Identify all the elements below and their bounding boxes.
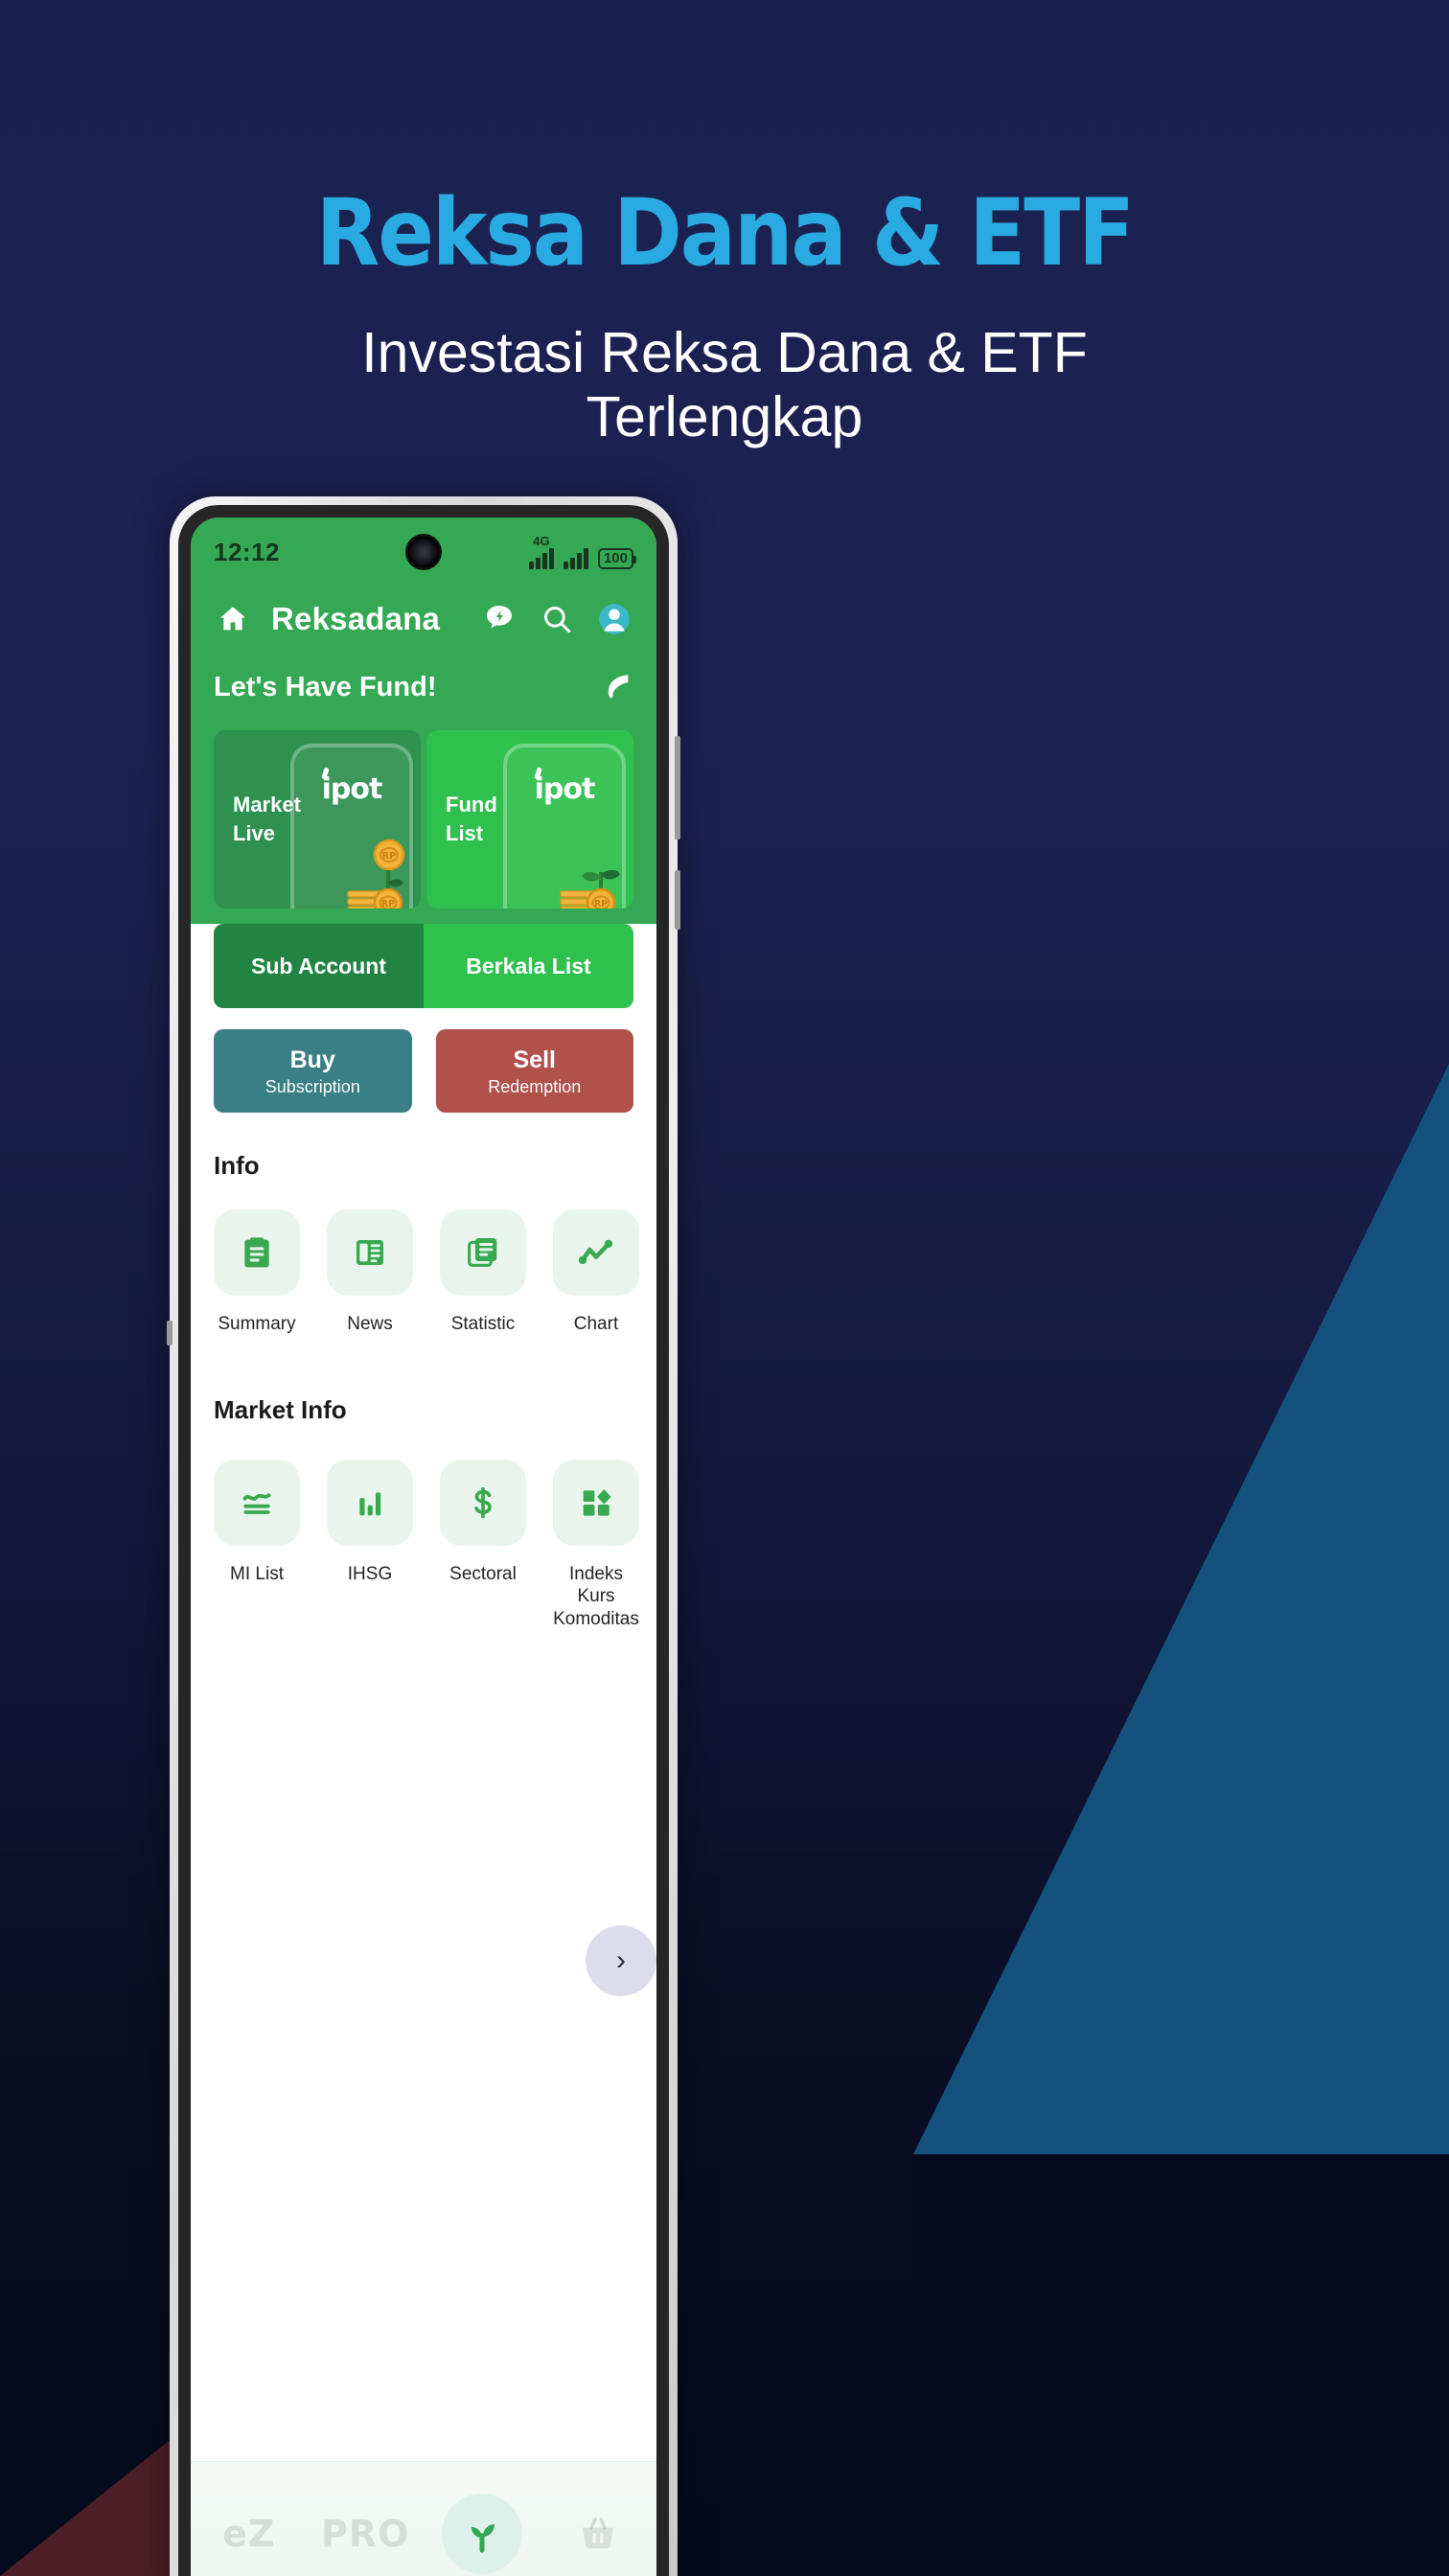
ipot-brand-label: ipot — [503, 772, 626, 806]
tab-sub-account[interactable]: Sub Account — [214, 924, 424, 1008]
content-sheet: Sub Account Berkala List Buy Subscriptio… — [191, 924, 656, 1996]
phone-left-button[interactable] — [167, 1321, 172, 1346]
leaf-icon — [601, 671, 633, 703]
phone-mockup: 12:12 4G 100 Reksadana Let's Have Fund! … — [167, 496, 680, 2576]
info-item-label: News — [347, 1313, 393, 1334]
info-item-statistic[interactable]: Statistic — [440, 1208, 526, 1336]
nav-item-ez[interactable]: eZ — [191, 2462, 308, 2576]
page-subtitle: Investasi Reksa Dana & ETF Terlengkap — [0, 321, 1449, 448]
market-info-section-title: Market Info — [214, 1394, 347, 1424]
page-subtitle-line-2: Terlengkap — [586, 384, 863, 448]
home-icon[interactable] — [214, 600, 252, 638]
promo-card-art: ipot RP — [503, 744, 626, 908]
coin-plant-icon: RP RP — [329, 824, 421, 908]
buy-button-sublabel: Subscription — [264, 1076, 360, 1096]
pro-icon: PRO — [321, 2512, 410, 2555]
sell-button[interactable]: Sell Redemption — [435, 1029, 633, 1113]
greeting-text: Let's Have Fund! — [214, 671, 437, 702]
network-type-label: 4G — [533, 534, 550, 548]
status-bar: 12:12 4G 100 — [191, 518, 656, 586]
promo-card-row: Market Live ipot RP RP Fund List ipot RP — [214, 730, 633, 908]
coin-plant-icon: RP — [541, 824, 633, 908]
market-item-sectoral[interactable]: Sectoral — [440, 1459, 526, 1631]
market-info-section-header: Market Info — [214, 1395, 633, 1425]
greeting-row: Let's Have Fund! — [214, 671, 633, 703]
segment-tab-row: Sub Account Berkala List — [214, 924, 633, 1008]
info-item-label: Summary — [218, 1313, 296, 1334]
chat-bubble-icon[interactable] — [480, 600, 518, 638]
ipot-brand-label: ipot — [290, 772, 413, 806]
market-item-label: Sectoral — [449, 1563, 517, 1584]
market-item-label: IHSG — [347, 1563, 393, 1584]
promo-card-fund-list[interactable]: Fund List ipot RP — [426, 730, 633, 908]
bar-chart-icon — [327, 1459, 413, 1546]
phone-screen: 12:12 4G 100 Reksadana Let's Have Fund! … — [191, 518, 656, 2576]
background-blue-diagonal — [912, 1064, 1449, 2156]
newspaper-icon — [327, 1208, 413, 1296]
profile-avatar-icon[interactable] — [595, 600, 633, 638]
status-bar-time: 12:12 — [214, 537, 280, 566]
page-subtitle-line-1: Investasi Reksa Dana & ETF — [361, 321, 1088, 384]
phone-volume-button[interactable] — [675, 870, 680, 930]
ez-icon: eZ — [222, 2512, 276, 2555]
network-indicator: 4G — [528, 534, 554, 569]
market-info-grid: MI List IHSG Sectoral Indeks Kurs Komodi… — [214, 1459, 639, 1631]
svg-text:RP: RP — [381, 851, 396, 862]
info-item-summary[interactable]: Summary — [214, 1208, 300, 1336]
market-item-label: MI List — [230, 1563, 284, 1584]
page-title: Reksa Dana & ETF — [315, 179, 1135, 287]
info-item-chart[interactable]: Chart — [553, 1208, 639, 1336]
sprout-icon — [441, 2493, 522, 2574]
status-bar-indicators: 4G 100 — [528, 534, 637, 569]
grid-squares-icon — [553, 1459, 639, 1546]
clipboard-icon — [214, 1208, 300, 1296]
info-grid: Summary News Statistic Chart — [214, 1208, 639, 1336]
nav-item-basket[interactable] — [540, 2462, 657, 2576]
info-section-title: Info — [214, 1150, 260, 1180]
buy-button[interactable]: Buy Subscription — [214, 1029, 412, 1113]
info-item-news[interactable]: News — [327, 1208, 413, 1336]
market-item-indeks-kurs-komoditas[interactable]: Indeks Kurs Komoditas — [553, 1459, 639, 1631]
trade-button-row: Buy Subscription Sell Redemption — [214, 1029, 633, 1113]
hero-banner: Let's Have Fund! Market Live ipot RP RP … — [191, 642, 656, 924]
info-section-header: Info — [214, 1151, 633, 1181]
market-item-ihsg[interactable]: IHSG — [327, 1459, 413, 1631]
promo-card-label: Market Live — [233, 793, 301, 845]
front-camera-icon — [407, 536, 440, 568]
line-chart-icon — [553, 1208, 639, 1296]
info-next-button[interactable]: › — [586, 1925, 656, 1996]
battery-icon: 100 — [597, 547, 637, 569]
background-bottom-mask — [912, 2154, 1449, 2576]
wave-lines-icon — [214, 1459, 300, 1546]
signal-bars-icon — [528, 548, 554, 569]
info-item-label: Statistic — [450, 1313, 516, 1334]
nav-item-reksadana[interactable] — [424, 2462, 540, 2576]
sell-button-sublabel: Redemption — [488, 1076, 582, 1096]
sell-button-label: Sell — [513, 1046, 556, 1073]
phone-power-button[interactable] — [675, 736, 680, 840]
hero-text-block: Reksa Dana & ETF Investasi Reksa Dana & … — [0, 187, 1449, 448]
svg-text:RP: RP — [594, 899, 608, 908]
info-item-label: Chart — [573, 1313, 619, 1334]
dollar-icon — [440, 1459, 526, 1546]
promo-card-market-live[interactable]: Market Live ipot RP RP — [214, 730, 421, 908]
svg-text:RP: RP — [381, 899, 395, 908]
promo-card-art: ipot RP RP — [290, 744, 413, 908]
basket-icon — [577, 2513, 619, 2555]
market-item-mi-list[interactable]: MI List — [214, 1459, 300, 1631]
signal-bars-icon-2 — [563, 548, 588, 569]
app-header: Reksadana — [191, 586, 656, 642]
promo-card-label: Fund List — [446, 793, 497, 845]
tab-berkala-list[interactable]: Berkala List — [424, 924, 633, 1008]
buy-button-label: Buy — [289, 1046, 335, 1073]
market-item-label: Indeks Kurs Komoditas — [553, 1563, 639, 1630]
nav-item-pro[interactable]: PRO — [308, 2462, 425, 2576]
bottom-navigation-bar: eZ PRO — [191, 2461, 656, 2576]
search-icon[interactable] — [538, 600, 576, 638]
document-lines-icon — [440, 1208, 526, 1296]
app-title: Reksadana — [271, 601, 441, 636]
